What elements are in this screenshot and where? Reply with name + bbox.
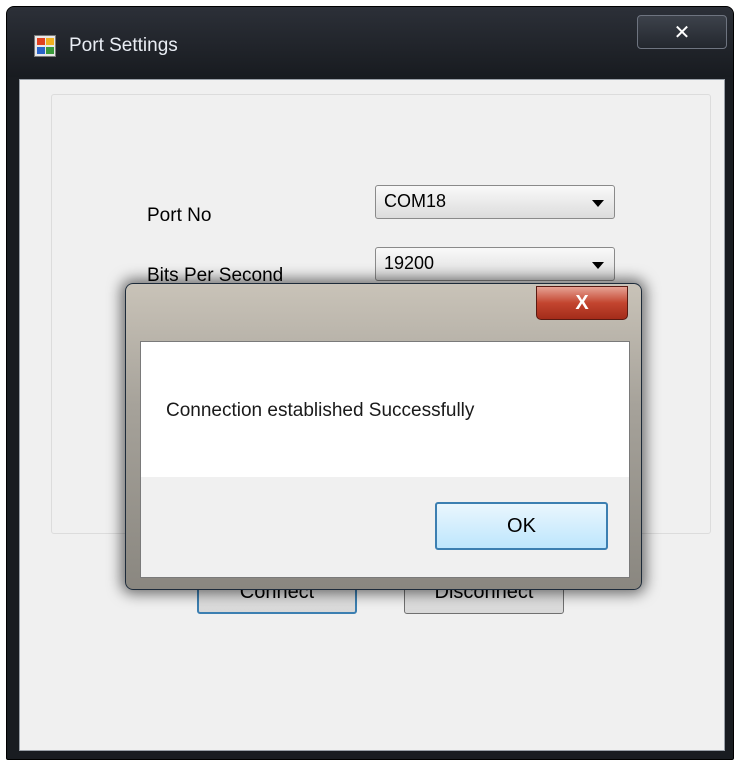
dialog-close-button[interactable]: X <box>536 286 628 320</box>
message-dialog: X Connection established Successfully OK <box>125 283 642 590</box>
message-area: Connection established Successfully <box>141 342 629 477</box>
dialog-message: Connection established Successfully <box>166 400 475 421</box>
window-title: Port Settings <box>69 35 178 56</box>
title-bar[interactable]: Port Settings ✕ <box>7 7 733 77</box>
dialog-content: Connection established Successfully OK <box>140 341 630 578</box>
chevron-down-icon <box>592 262 604 269</box>
port-no-combobox[interactable]: COM18 <box>375 185 615 219</box>
bits-per-second-combobox[interactable]: 19200 <box>375 247 615 281</box>
window-close-button[interactable]: ✕ <box>637 15 727 49</box>
application-icon <box>34 35 56 57</box>
port-no-value: COM18 <box>384 191 447 211</box>
ok-button[interactable]: OK <box>435 502 608 550</box>
port-no-label: Port No <box>147 205 212 226</box>
close-icon: X <box>575 291 589 314</box>
bits-per-second-value: 19200 <box>384 253 435 273</box>
chevron-down-icon <box>592 200 604 207</box>
close-icon: ✕ <box>673 21 691 44</box>
